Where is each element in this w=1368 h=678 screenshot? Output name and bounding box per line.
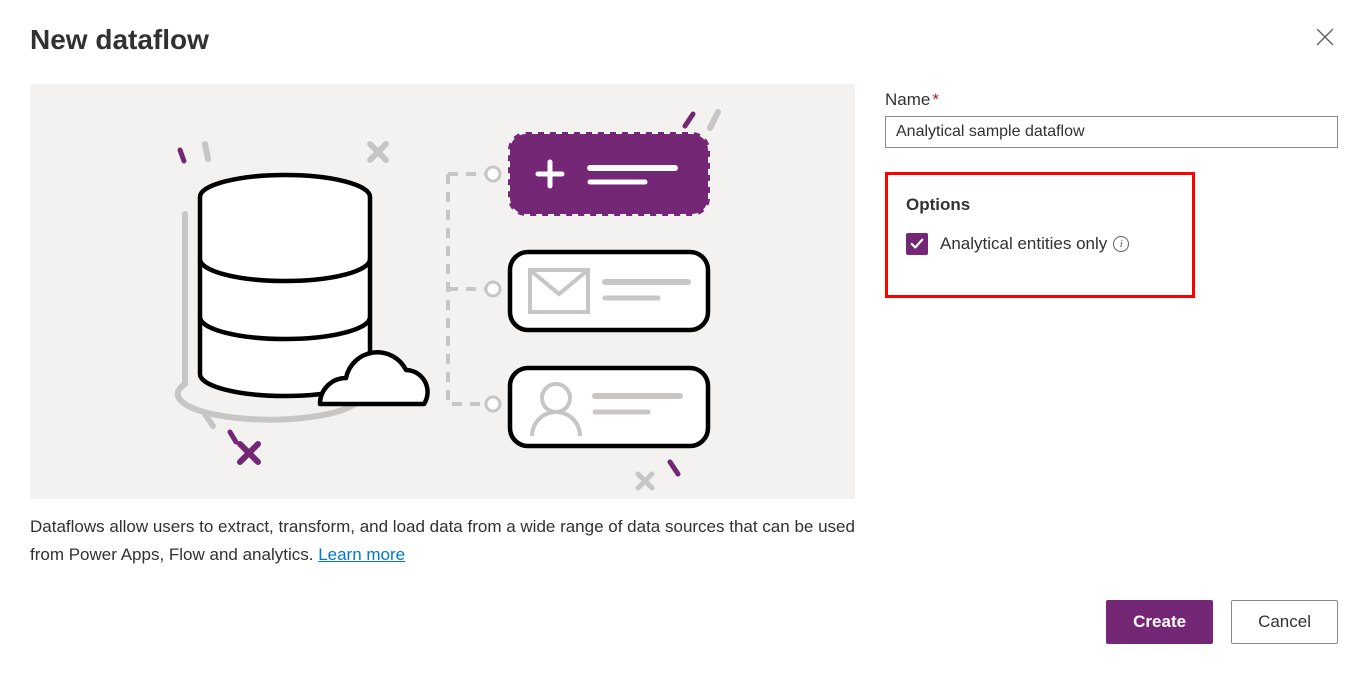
options-section: Options Analytical entities only i: [885, 172, 1195, 298]
cancel-button[interactable]: Cancel: [1231, 600, 1338, 644]
checkmark-icon: [910, 237, 924, 251]
name-label: Name*: [885, 90, 1338, 110]
close-button[interactable]: [1312, 24, 1338, 53]
analytical-entities-label: Analytical entities only i: [940, 234, 1129, 254]
dialog-title: New dataflow: [30, 24, 209, 56]
name-input[interactable]: [885, 116, 1338, 148]
create-button[interactable]: Create: [1106, 600, 1213, 644]
options-label: Options: [906, 195, 1174, 215]
dialog-description: Dataflows allow users to extract, transf…: [30, 513, 855, 569]
dataflow-illustration: [30, 84, 855, 499]
learn-more-link[interactable]: Learn more: [318, 545, 405, 564]
close-icon: [1316, 28, 1334, 46]
required-indicator: *: [932, 90, 939, 109]
info-icon[interactable]: i: [1113, 236, 1129, 252]
analytical-entities-checkbox[interactable]: [906, 233, 928, 255]
